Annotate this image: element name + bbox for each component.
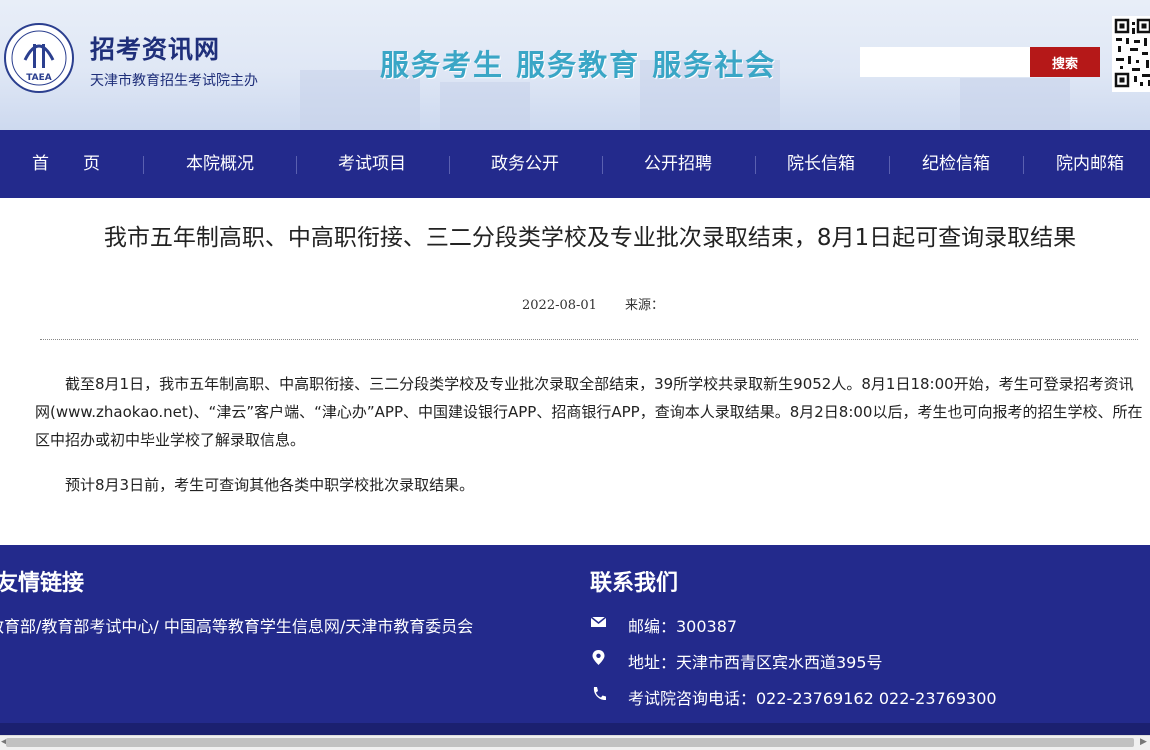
site-header: TAEA 招考资讯网 天津市教育招生考试院主办 服务考生 服务教育 服务社会 搜… xyxy=(0,0,1150,130)
nav-separator xyxy=(296,156,297,174)
scrollbar-thumb[interactable] xyxy=(6,738,1134,747)
logo-text: TAEA xyxy=(26,73,52,83)
horizontal-scrollbar[interactable]: ◀ ▶ xyxy=(0,735,1150,750)
contact-address-text: 地址：天津市西青区宾水西道395号 xyxy=(628,653,883,672)
contact-phone-text: 考试院咨询电话：022-23769162 022-23769300 xyxy=(628,689,997,708)
search-input[interactable] xyxy=(860,47,1030,77)
title-divider xyxy=(40,339,1138,340)
qr-code-icon xyxy=(1112,16,1150,92)
header-background-building xyxy=(440,82,530,130)
footer-bottom-bar xyxy=(0,723,1150,735)
mail-icon xyxy=(590,616,607,627)
phone-icon xyxy=(593,687,606,701)
nav-item-exams[interactable]: 考试项目 xyxy=(314,130,430,198)
nav-separator xyxy=(449,156,450,174)
article-meta: 2022-08-01 来源： xyxy=(522,294,664,313)
site-subtitle: 天津市教育招生考试院主办 xyxy=(90,73,258,89)
location-pin-icon xyxy=(592,650,605,665)
nav-item-president-mailbox[interactable]: 院长信箱 xyxy=(763,130,879,198)
contact-postcode-text: 邮编：300387 xyxy=(628,617,738,636)
site-footer: 友情链接 教育部/教育部考试中心/ 中国高等教育学生信息网/天津市教育委员会 联… xyxy=(0,545,1150,735)
nav-item-discipline-mailbox[interactable]: 纪检信箱 xyxy=(898,130,1014,198)
nav-item-public-affairs[interactable]: 政务公开 xyxy=(467,130,583,198)
taea-logo-icon[interactable]: TAEA xyxy=(3,22,75,94)
nav-separator xyxy=(889,156,890,174)
contact-heading: 联系我们 xyxy=(590,571,679,596)
nav-separator xyxy=(143,156,144,174)
main-navigation: 首 页 本院概况 考试项目 政务公开 公开招聘 院长信箱 纪检信箱 院内邮箱 xyxy=(0,130,1150,198)
friendly-links[interactable]: 教育部/教育部考试中心/ 中国高等教育学生信息网/天津市教育委员会 xyxy=(0,613,473,637)
nav-item-internal-mail[interactable]: 院内邮箱 xyxy=(1032,130,1148,198)
nav-separator xyxy=(1023,156,1024,174)
nav-separator xyxy=(602,156,603,174)
scroll-right-arrow-icon[interactable]: ▶ xyxy=(1140,737,1147,747)
article-paragraph: 预计8月3日前，考生可查询其他各类中职学校批次录取结果。 xyxy=(65,476,475,494)
slogan: 服务考生 服务教育 服务社会 xyxy=(380,48,777,82)
nav-separator xyxy=(755,156,756,174)
friendly-links-heading: 友情链接 xyxy=(0,571,85,596)
nav-item-about[interactable]: 本院概况 xyxy=(162,130,278,198)
article-paragraph: 截至8月1日，我市五年制高职、中高职衔接、三二分段类学校及专业批次录取全部结束，… xyxy=(35,375,1143,449)
search-button[interactable]: 搜索 xyxy=(1030,47,1100,77)
nav-item-home[interactable]: 首 页 xyxy=(8,130,124,198)
nav-item-recruitment[interactable]: 公开招聘 xyxy=(620,130,736,198)
site-name[interactable]: 招考资讯网 xyxy=(90,30,220,66)
header-background-building xyxy=(960,78,1070,130)
article-source-label: 来源： xyxy=(624,298,664,313)
article-date: 2022-08-01 xyxy=(522,298,597,313)
article-title: 我市五年制高职、中高职衔接、三二分段类学校及专业批次录取结束，8月1日起可查询录… xyxy=(103,225,1077,251)
